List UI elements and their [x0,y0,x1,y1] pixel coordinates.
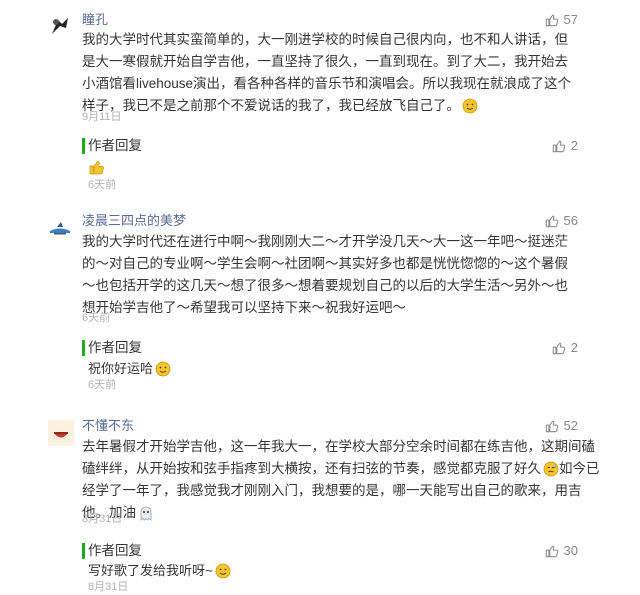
reply-date: 8月31日 [88,581,129,593]
thumb-up-icon [545,545,558,558]
avatar[interactable] [48,14,72,38]
comment-text: 我的大学时代其实蛮简单的，大一刚进学校的时候自己很内向，也不和人讲话，但是大一寒… [82,32,572,114]
smile-emoji-icon [215,563,230,579]
comment-date: 9月11日 [82,111,122,123]
comment-username[interactable]: 瞳孔 [82,11,108,29]
avatar[interactable] [48,216,72,240]
like-button[interactable]: 52 [545,417,578,435]
reply-like-count: 30 [563,543,578,558]
reply-divider [82,543,85,559]
reply-text: 祝你好运哈 [88,360,171,378]
thumb-up-icon [545,215,558,228]
author-reply-label: 作者回复 [88,138,142,153]
reply-like-count: 2 [570,138,578,153]
reply-divider [82,340,85,356]
reply-date: 6天前 [88,179,117,191]
comment-item: 凌晨三四点的美梦 56 我的大学时代还在进行中啊～我刚刚大二～才开学没几天～大一… [0,200,640,400]
comment-username[interactable]: 凌晨三四点的美梦 [82,212,186,230]
comment-username[interactable]: 不懂不东 [82,417,134,435]
ghost-emoji-icon [140,506,152,521]
comment-item: 瞳孔 57 我的大学时代其实蛮简单的，大一刚进学校的时候自己很内向，也不和人讲话… [0,0,640,200]
reply-like-button[interactable]: 2 [552,339,578,357]
avatar[interactable] [48,420,74,446]
comment-text: 我的大学时代还在进行中啊～我刚刚大二～才开学没几天～大一这一年吧～挺迷茫的～对自… [82,234,568,315]
thumb-up-icon [545,420,558,433]
reply-date: 6天前 [88,379,117,391]
author-reply-label: 作者回复 [88,543,142,558]
reply-like-button[interactable]: 30 [545,542,578,560]
author-reply-label: 作者回复 [88,340,142,355]
like-count: 57 [563,12,578,27]
smile-emoji-icon [155,361,171,377]
comment-item: 不懂不东 52 去年暑假才开始学吉他，这一年我大一，在学校大部分空余时间都在练吉… [0,400,640,595]
reply-text: 写好歌了发给我听呀~ [88,562,231,580]
thumb-up-icon [552,342,566,355]
comment-date: 8月31日 [82,513,123,525]
comment-date: 6天前 [82,312,111,324]
sweat-emoji-icon [543,461,559,477]
like-button[interactable]: 56 [545,212,578,230]
thumbs-up-emoji-icon [89,160,104,175]
reply-like-button[interactable]: 2 [552,137,578,155]
reply-like-count: 2 [570,340,578,355]
thumb-up-icon [552,140,566,153]
like-button[interactable]: 57 [545,11,578,29]
smile-emoji-icon [462,98,478,114]
comment-text: 去年暑假才开始学吉他，这一年我大一，在学校大部分空余时间都在练吉他，这期间磕 磕… [82,439,600,521]
like-count: 56 [563,213,578,228]
like-count: 52 [563,418,578,433]
reply-divider [82,138,85,154]
thumb-up-icon [545,14,558,27]
